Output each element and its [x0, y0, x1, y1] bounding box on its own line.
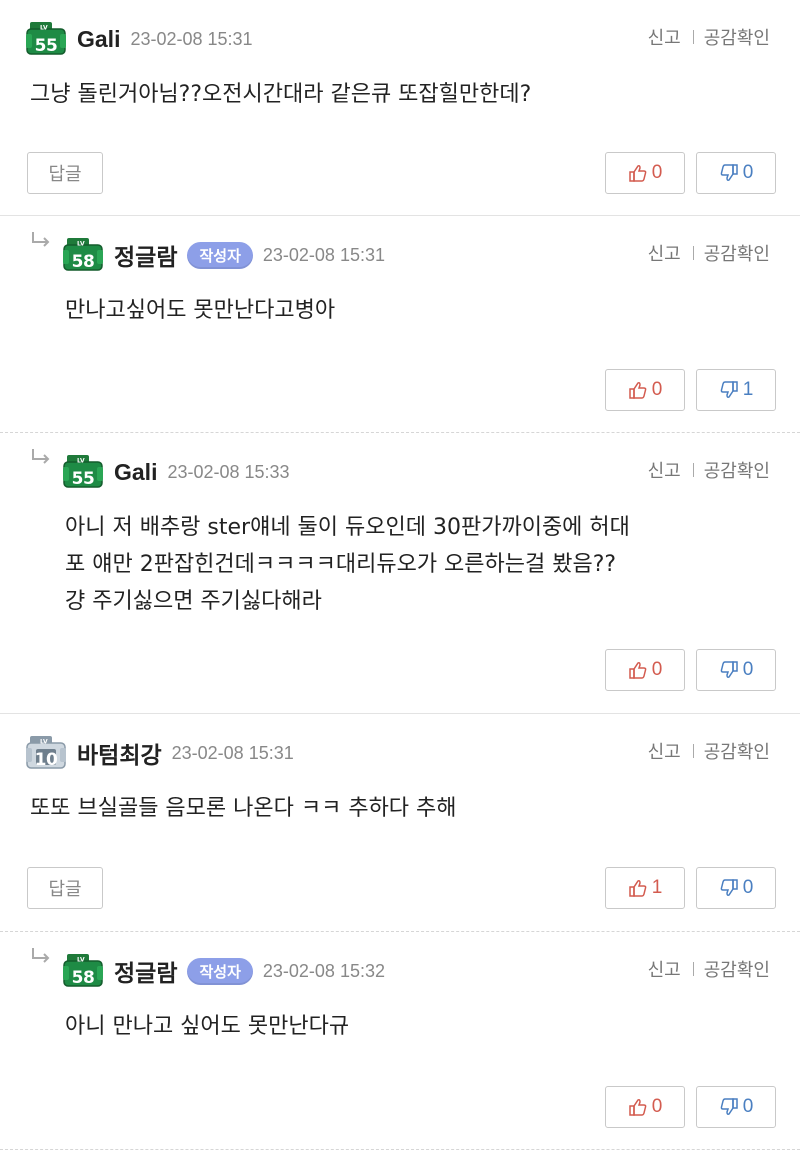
dislike-count: 0	[742, 162, 754, 183]
thumbs-down-icon	[720, 879, 738, 896]
thumbs-down-icon	[720, 381, 738, 398]
author-badge: 작성자	[187, 957, 253, 985]
svg-text:LV: LV	[77, 241, 85, 248]
reply-arrow-icon	[32, 232, 50, 247]
like-count: 1	[651, 877, 663, 898]
thumbs-up-icon	[628, 165, 647, 182]
action-divider	[692, 962, 694, 976]
dislike-button[interactable]: 0	[696, 1086, 776, 1128]
thumbs-up-icon	[628, 662, 647, 679]
comment-item: LV 10 바텀최강 23-02-08 15:31 신고 공감확인 또또 브실골…	[0, 714, 800, 932]
author-badge: 작성자	[187, 241, 253, 269]
comment-text: 만나고싶어도 못만난다고병아	[65, 298, 336, 323]
comment-date: 23-02-08 15:32	[262, 960, 385, 981]
comment-header: LV 58 정글람 작성자 23-02-08 15:31	[62, 237, 385, 273]
reply-comment-item: LV 55 Gali 23-02-08 15:33 신고 공감확인 아니 저 배…	[0, 433, 800, 714]
dislike-button[interactable]: 0	[696, 152, 776, 194]
thumbs-down-icon	[720, 164, 738, 181]
nickname[interactable]: 정글람	[114, 238, 177, 272]
svg-text:LV: LV	[77, 957, 85, 964]
comment-date: 23-02-08 15:33	[167, 461, 290, 482]
comment-actions: 신고 공감확인	[648, 738, 770, 764]
thumbs-down-icon	[720, 1098, 738, 1115]
level-badge: LV 58	[62, 954, 104, 988]
comment-header: LV 55 Gali 23-02-08 15:33	[62, 454, 290, 490]
comment-actions: 신고 공감확인	[648, 956, 770, 982]
reply-button[interactable]: 답글	[27, 867, 103, 909]
dislike-count: 1	[742, 379, 754, 400]
action-divider	[692, 744, 694, 758]
action-divider	[692, 246, 694, 260]
empathy-check-link[interactable]: 공감확인	[704, 956, 770, 982]
empathy-check-link[interactable]: 공감확인	[704, 240, 770, 266]
svg-text:LV: LV	[77, 458, 85, 465]
dislike-count: 0	[742, 877, 754, 898]
like-count: 0	[651, 1096, 663, 1117]
reply-arrow-icon	[32, 948, 50, 963]
comment-text: 아니 만나고 싶어도 못만난다규	[65, 1014, 350, 1039]
comment-item: LV 55 Gali 23-02-08 15:31 신고 공감확인 그냥 돌린거…	[0, 0, 800, 216]
svg-text:LV: LV	[40, 25, 48, 32]
dislike-button[interactable]: 0	[696, 867, 776, 909]
like-count: 0	[651, 379, 663, 400]
thumbs-up-icon	[628, 1099, 647, 1116]
comment-actions: 신고 공감확인	[648, 24, 770, 50]
nickname[interactable]: 정글람	[114, 954, 177, 988]
level-number: 58	[71, 252, 95, 272]
like-button[interactable]: 1	[605, 867, 685, 909]
report-link[interactable]: 신고	[648, 956, 681, 982]
thumbs-up-icon	[628, 382, 647, 399]
dislike-button[interactable]: 0	[696, 649, 776, 691]
comment-header: LV 58 정글람 작성자 23-02-08 15:32	[62, 953, 385, 989]
nickname[interactable]: 바텀최강	[77, 736, 162, 770]
empathy-check-link[interactable]: 공감확인	[704, 738, 770, 764]
like-button[interactable]: 0	[605, 1086, 685, 1128]
comment-text: 아니 저 배추랑 ster얘네 둘이 듀오인데 30판가까이중에 허대 포 얘만…	[65, 515, 630, 614]
comment-header: LV 55 Gali 23-02-08 15:31	[25, 21, 253, 57]
nickname[interactable]: Gali	[114, 459, 157, 486]
reply-arrow-icon	[32, 449, 50, 464]
like-button[interactable]: 0	[605, 152, 685, 194]
action-divider	[692, 30, 694, 44]
dislike-count: 0	[742, 659, 754, 680]
reply-button[interactable]: 답글	[27, 152, 103, 194]
level-number: 55	[34, 36, 58, 56]
reply-comment-item: LV 58 정글람 작성자 23-02-08 15:32 신고 공감확인 아니 …	[0, 932, 800, 1150]
comment-date: 23-02-08 15:31	[262, 244, 385, 265]
comment-actions: 신고 공감확인	[648, 457, 770, 483]
level-badge: LV 58	[62, 238, 104, 272]
empathy-check-link[interactable]: 공감확인	[704, 24, 770, 50]
svg-text:LV: LV	[40, 739, 48, 746]
empathy-check-link[interactable]: 공감확인	[704, 457, 770, 483]
dislike-button[interactable]: 1	[696, 369, 776, 411]
report-link[interactable]: 신고	[648, 24, 681, 50]
level-badge: LV 55	[25, 22, 67, 56]
level-number: 55	[71, 469, 95, 489]
report-link[interactable]: 신고	[648, 738, 681, 764]
thumbs-down-icon	[720, 661, 738, 678]
report-link[interactable]: 신고	[648, 240, 681, 266]
level-badge: LV 55	[62, 455, 104, 489]
comment-actions: 신고 공감확인	[648, 240, 770, 266]
comment-header: LV 10 바텀최강 23-02-08 15:31	[25, 735, 294, 771]
dislike-count: 0	[742, 1096, 754, 1117]
nickname[interactable]: Gali	[77, 26, 120, 53]
comment-date: 23-02-08 15:31	[171, 742, 294, 763]
like-button[interactable]: 0	[605, 649, 685, 691]
like-button[interactable]: 0	[605, 369, 685, 411]
reply-comment-item: LV 58 정글람 작성자 23-02-08 15:31 신고 공감확인 만나고…	[0, 216, 800, 433]
action-divider	[692, 463, 694, 477]
level-number: 10	[34, 750, 58, 770]
level-badge: LV 10	[25, 736, 67, 770]
comment-text: 그냥 돌린거아님??오전시간대라 같은큐 또잡힐만한데?	[30, 82, 532, 107]
level-number: 58	[71, 968, 95, 988]
report-link[interactable]: 신고	[648, 457, 681, 483]
comment-date: 23-02-08 15:31	[130, 28, 253, 49]
like-count: 0	[651, 162, 663, 183]
like-count: 0	[651, 659, 663, 680]
comment-text: 또또 브실골들 음모론 나온다 ㅋㅋ 추하다 추해	[30, 796, 457, 821]
thumbs-up-icon	[628, 880, 647, 897]
